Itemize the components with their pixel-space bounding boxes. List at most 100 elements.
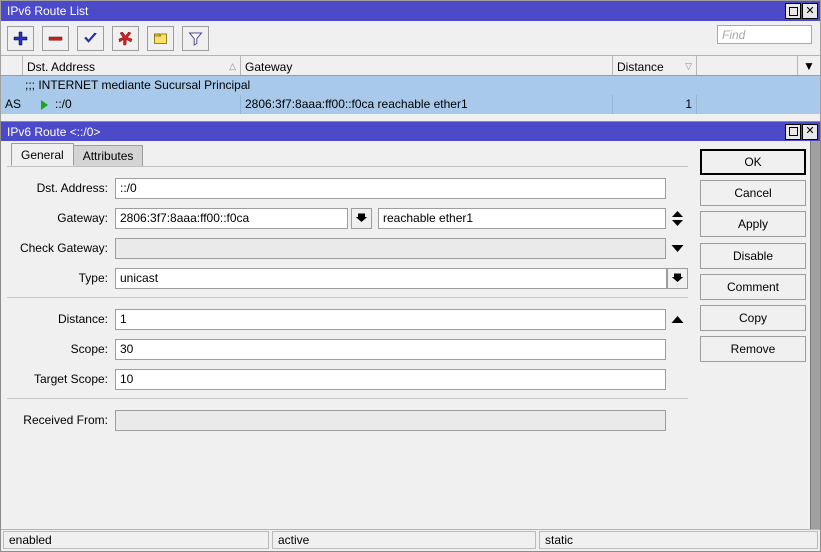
gateway-status-field[interactable]: reachable ether1 bbox=[378, 208, 666, 229]
enable-route-button[interactable] bbox=[77, 26, 104, 51]
tab-attributes[interactable]: Attributes bbox=[73, 145, 144, 166]
route-dialog-body: General Attributes Dst. Address: ::/0 Ga… bbox=[1, 141, 820, 529]
close-icon[interactable]: ✕ bbox=[802, 124, 818, 140]
field-row-distance: Distance: 1 bbox=[7, 308, 688, 330]
row-dst-address-text: ::/0 bbox=[55, 95, 72, 114]
route-comment-row[interactable]: ;;; INTERNET mediante Sucursal Principal bbox=[1, 76, 820, 95]
field-row-received-from: Received From: bbox=[7, 409, 688, 431]
search-placeholder: Find bbox=[722, 28, 745, 42]
check-gateway-label: Check Gateway: bbox=[7, 241, 115, 255]
dst-address-label: Dst. Address: bbox=[7, 181, 115, 195]
column-header-dst-address-label: Dst. Address bbox=[27, 60, 229, 74]
scope-label: Scope: bbox=[7, 342, 115, 356]
dialog-scrollbar[interactable] bbox=[810, 141, 820, 529]
spinner-up-down-icon bbox=[671, 210, 684, 227]
distance-label: Distance: bbox=[7, 312, 115, 326]
column-header-dst-address[interactable]: Dst. Address △ bbox=[23, 56, 241, 75]
table-row[interactable]: AS ::/0 2806:3f7:8aaa:ff00::f0ca reachab… bbox=[1, 95, 820, 114]
column-header-flags[interactable] bbox=[1, 56, 23, 75]
route-table-header: Dst. Address △ Gateway Distance ▽ ▼ bbox=[1, 56, 820, 76]
check-gateway-field[interactable] bbox=[115, 238, 666, 259]
route-dialog-window-buttons: ✕ bbox=[785, 124, 818, 140]
target-scope-spacer bbox=[666, 369, 688, 390]
maximize-icon[interactable] bbox=[785, 3, 801, 19]
column-header-distance-label: Distance bbox=[617, 60, 685, 74]
status-state: enabled bbox=[3, 531, 269, 549]
comment-button[interactable]: Comment bbox=[700, 274, 806, 300]
gateway-label: Gateway: bbox=[7, 211, 115, 225]
minus-icon bbox=[48, 31, 63, 46]
plus-icon bbox=[13, 31, 28, 46]
route-dialog-form-area: General Attributes Dst. Address: ::/0 Ga… bbox=[1, 141, 696, 529]
chevron-up-icon bbox=[671, 315, 684, 324]
funnel-icon bbox=[188, 31, 203, 46]
gateway-field[interactable]: 2806:3f7:8aaa:ff00::f0ca bbox=[115, 208, 348, 229]
type-label: Type: bbox=[7, 271, 115, 285]
field-row-type: Type: unicast bbox=[7, 267, 688, 289]
check-icon bbox=[83, 31, 98, 46]
maximize-icon[interactable] bbox=[785, 124, 801, 140]
row-distance: 1 bbox=[613, 95, 697, 114]
form-divider-2 bbox=[7, 398, 688, 399]
sort-descending-icon: ▽ bbox=[685, 61, 696, 72]
received-from-label: Received From: bbox=[7, 413, 115, 427]
received-from-field bbox=[115, 410, 666, 431]
column-chooser-button[interactable]: ▼ bbox=[798, 56, 820, 75]
filter-button[interactable] bbox=[182, 26, 209, 51]
remove-route-button[interactable] bbox=[42, 26, 69, 51]
cancel-button[interactable]: Cancel bbox=[700, 180, 806, 206]
disable-route-button[interactable] bbox=[112, 26, 139, 51]
route-dialog-title: IPv6 Route <::/0> bbox=[7, 122, 785, 142]
close-icon[interactable]: ✕ bbox=[802, 3, 818, 19]
copy-button[interactable]: Copy bbox=[700, 305, 806, 331]
row-gateway: 2806:3f7:8aaa:ff00::f0ca reachable ether… bbox=[241, 95, 613, 114]
field-row-gateway: Gateway: 2806:3f7:8aaa:ff00::f0ca reacha… bbox=[7, 207, 688, 229]
note-icon bbox=[153, 31, 168, 46]
route-dialog-tabs: General Attributes bbox=[7, 143, 696, 166]
ok-button[interactable]: OK bbox=[700, 149, 806, 175]
chevron-down-bar-icon bbox=[671, 272, 684, 285]
dst-address-field[interactable]: ::/0 bbox=[115, 178, 666, 199]
remove-button[interactable]: Remove bbox=[700, 336, 806, 362]
route-list-toolbar: Find bbox=[1, 21, 820, 55]
row-spacer bbox=[697, 95, 820, 114]
field-row-check-gateway: Check Gateway: bbox=[7, 237, 688, 259]
status-activity: active bbox=[272, 531, 536, 549]
route-dialog-titlebar: IPv6 Route <::/0> ✕ bbox=[1, 122, 820, 141]
disable-button[interactable]: Disable bbox=[700, 243, 806, 269]
general-tab-panel: Dst. Address: ::/0 Gateway: 2806:3f7:8aa… bbox=[7, 166, 688, 529]
route-dialog-statusbar: enabled active static bbox=[1, 529, 820, 551]
field-row-target-scope: Target Scope: 10 bbox=[7, 368, 688, 390]
search-input[interactable]: Find bbox=[717, 25, 812, 44]
gateway-dropdown-button[interactable] bbox=[351, 208, 372, 229]
route-table: Dst. Address △ Gateway Distance ▽ ▼ ;;; … bbox=[1, 55, 820, 114]
target-scope-field[interactable]: 10 bbox=[115, 369, 666, 390]
distance-spinner[interactable] bbox=[666, 309, 688, 330]
type-field[interactable]: unicast bbox=[115, 268, 667, 289]
cross-icon bbox=[118, 31, 133, 46]
dst-address-spacer bbox=[666, 178, 688, 199]
distance-field[interactable]: 1 bbox=[115, 309, 666, 330]
field-row-scope: Scope: 30 bbox=[7, 338, 688, 360]
chevron-down-bar-icon bbox=[355, 212, 368, 225]
sort-ascending-icon: △ bbox=[229, 61, 240, 72]
gateway-spinner[interactable] bbox=[666, 208, 688, 229]
column-header-distance[interactable]: Distance ▽ bbox=[613, 56, 697, 75]
type-dropdown-button[interactable] bbox=[667, 268, 688, 289]
received-from-spacer bbox=[666, 410, 688, 431]
tab-general[interactable]: General bbox=[11, 143, 74, 166]
route-list-titlebar: IPv6 Route List ✕ bbox=[1, 1, 820, 21]
check-gateway-dropdown[interactable] bbox=[666, 238, 688, 259]
form-divider-1 bbox=[7, 297, 688, 298]
comment-button[interactable] bbox=[147, 26, 174, 51]
route-list-window-buttons: ✕ bbox=[785, 3, 818, 19]
chevron-down-icon bbox=[671, 244, 684, 253]
route-list-title: IPv6 Route List bbox=[7, 1, 785, 21]
apply-button[interactable]: Apply bbox=[700, 211, 806, 237]
scope-field[interactable]: 30 bbox=[115, 339, 666, 360]
column-header-gateway[interactable]: Gateway bbox=[241, 56, 613, 75]
route-active-icon bbox=[41, 100, 48, 110]
add-route-button[interactable] bbox=[7, 26, 34, 51]
status-origin: static bbox=[539, 531, 818, 549]
route-dialog-buttons: OK Cancel Apply Disable Comment Copy Rem… bbox=[696, 141, 820, 529]
